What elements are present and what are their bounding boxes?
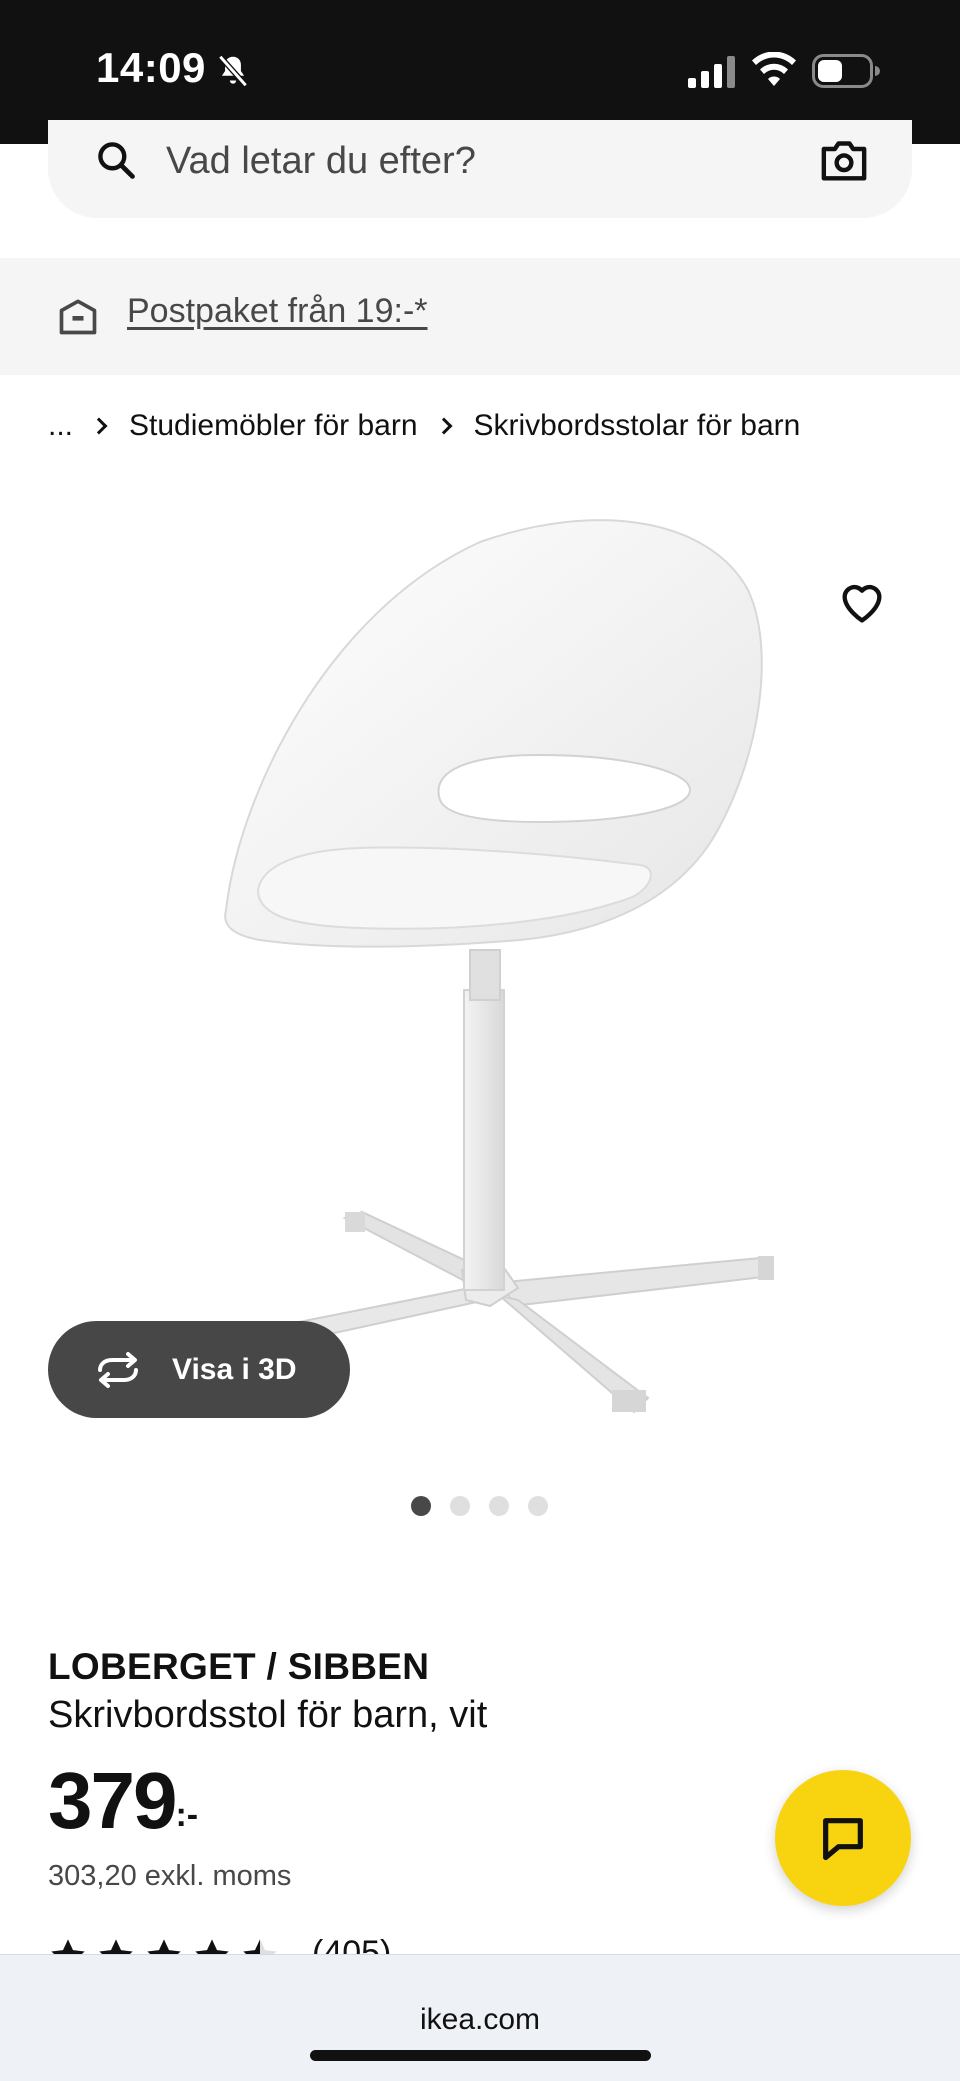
pager-dot[interactable] <box>450 1496 470 1516</box>
price: 379 :- <box>48 1758 198 1844</box>
search-icon[interactable] <box>94 138 138 182</box>
view-3d-button[interactable]: Visa i 3D <box>48 1321 350 1418</box>
price-suffix: :- <box>175 1796 199 1834</box>
signal-icon <box>688 56 735 88</box>
price-main: 379 <box>48 1756 177 1845</box>
chair-image <box>196 519 774 1414</box>
breadcrumb-item-skrivbordsstolar[interactable]: Skrivbordsstolar för barn <box>474 409 801 443</box>
battery-icon <box>812 54 880 88</box>
home-indicator[interactable] <box>310 2050 651 2061</box>
pager-dot[interactable] <box>528 1496 548 1516</box>
product-description: Skrivbordsstol för barn, vit <box>48 1694 488 1736</box>
view-3d-label: Visa i 3D <box>172 1352 297 1386</box>
product-image[interactable] <box>0 470 960 1470</box>
search-bar[interactable]: Vad letar du efter? <box>48 120 912 218</box>
heart-icon[interactable] <box>836 576 888 628</box>
product-name: LOBERGET / SIBBEN <box>48 1646 430 1687</box>
promo-link[interactable]: Postpaket från 19:-* <box>127 292 428 331</box>
status-time: 14:09 <box>96 44 206 91</box>
breadcrumb-item-studiemobler[interactable]: Studiemöbler för barn <box>129 409 418 443</box>
pager-dot[interactable] <box>411 1496 431 1516</box>
search-input[interactable]: Vad letar du efter? <box>166 140 476 183</box>
image-pager <box>411 1496 548 1516</box>
promo-banner: Postpaket från 19:-* <box>0 258 960 375</box>
package-icon <box>59 299 97 335</box>
wifi-icon <box>752 52 796 86</box>
breadcrumb-ellipsis[interactable]: ... <box>48 409 73 443</box>
camera-icon[interactable] <box>820 138 868 182</box>
chat-button[interactable] <box>775 1770 911 1906</box>
chevron-right-icon <box>90 417 108 435</box>
chat-bubble-icon <box>823 1818 863 1861</box>
rotate-3d-icon <box>98 1351 138 1388</box>
pager-dot[interactable] <box>489 1496 509 1516</box>
breadcrumb: ... Studiemöbler för barn Skrivbordsstol… <box>48 406 800 446</box>
bell-muted-icon <box>218 54 248 88</box>
url-text[interactable]: ikea.com <box>0 2003 960 2037</box>
chevron-right-icon <box>435 417 453 435</box>
price-excl-vat: 303,20 exkl. moms <box>48 1860 292 1892</box>
browser-url-bar[interactable]: ikea.com <box>0 1954 960 2081</box>
